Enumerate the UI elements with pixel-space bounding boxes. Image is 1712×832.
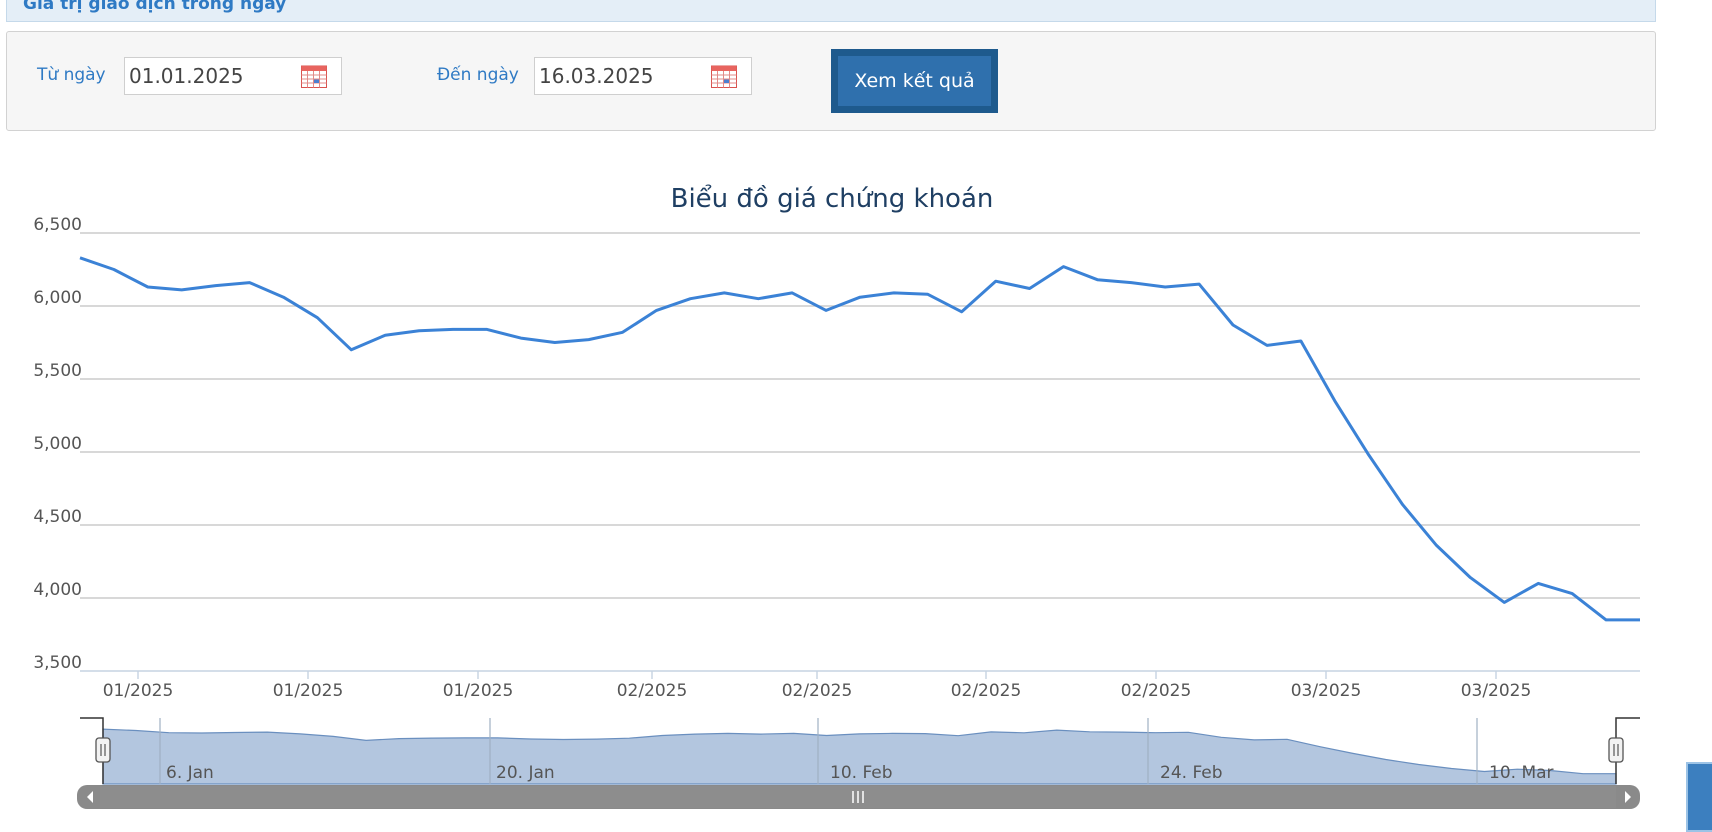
x-tick-label: 02/2025 — [1121, 681, 1192, 701]
chart-title: Biểu đồ giá chứng khoán — [671, 183, 994, 214]
x-tick-label: 01/2025 — [103, 681, 174, 701]
navigator-label: 6. Jan — [166, 763, 214, 783]
y-tick-label: 4,000 — [33, 580, 82, 600]
price-series-line — [79, 256, 1640, 622]
y-tick-label: 5,500 — [33, 361, 82, 381]
y-tick-label: 6,000 — [33, 288, 82, 308]
navigator-label: 24. Feb — [1160, 763, 1223, 783]
y-tick-label: 6,500 — [33, 215, 82, 235]
y-tick-label: 3,500 — [33, 653, 82, 673]
y-tick-label: 5,000 — [33, 434, 82, 454]
navigator-label: 10. Feb — [830, 763, 893, 783]
handle-body — [95, 737, 111, 763]
x-tick-label: 01/2025 — [273, 681, 344, 701]
x-tick-label: 03/2025 — [1461, 681, 1532, 701]
x-tick-label: 02/2025 — [617, 681, 688, 701]
stock-price-chart: Biểu đồ giá chứng khoán 6,500 6,000 5,500 5… — [33, 183, 1640, 809]
navigator-handle[interactable] — [1608, 737, 1624, 763]
handle-body — [1608, 737, 1624, 763]
navigator-scrollbar[interactable] — [77, 785, 1640, 809]
x-tick-label: 02/2025 — [951, 681, 1022, 701]
y-tick-label: 4,500 — [33, 507, 82, 527]
navigator-label: 20. Jan — [496, 763, 555, 783]
x-tick-label: 02/2025 — [782, 681, 853, 701]
navigator-handle[interactable] — [95, 737, 111, 763]
scroll-to-top-button[interactable] — [1686, 762, 1712, 832]
navigator[interactable]: 6. Jan 20. Jan 10. Feb 24. Feb 10. Mar — [77, 717, 1640, 809]
navigator-label: 10. Mar — [1489, 763, 1554, 783]
x-tick-label: 01/2025 — [443, 681, 514, 701]
x-tick-label: 03/2025 — [1291, 681, 1362, 701]
